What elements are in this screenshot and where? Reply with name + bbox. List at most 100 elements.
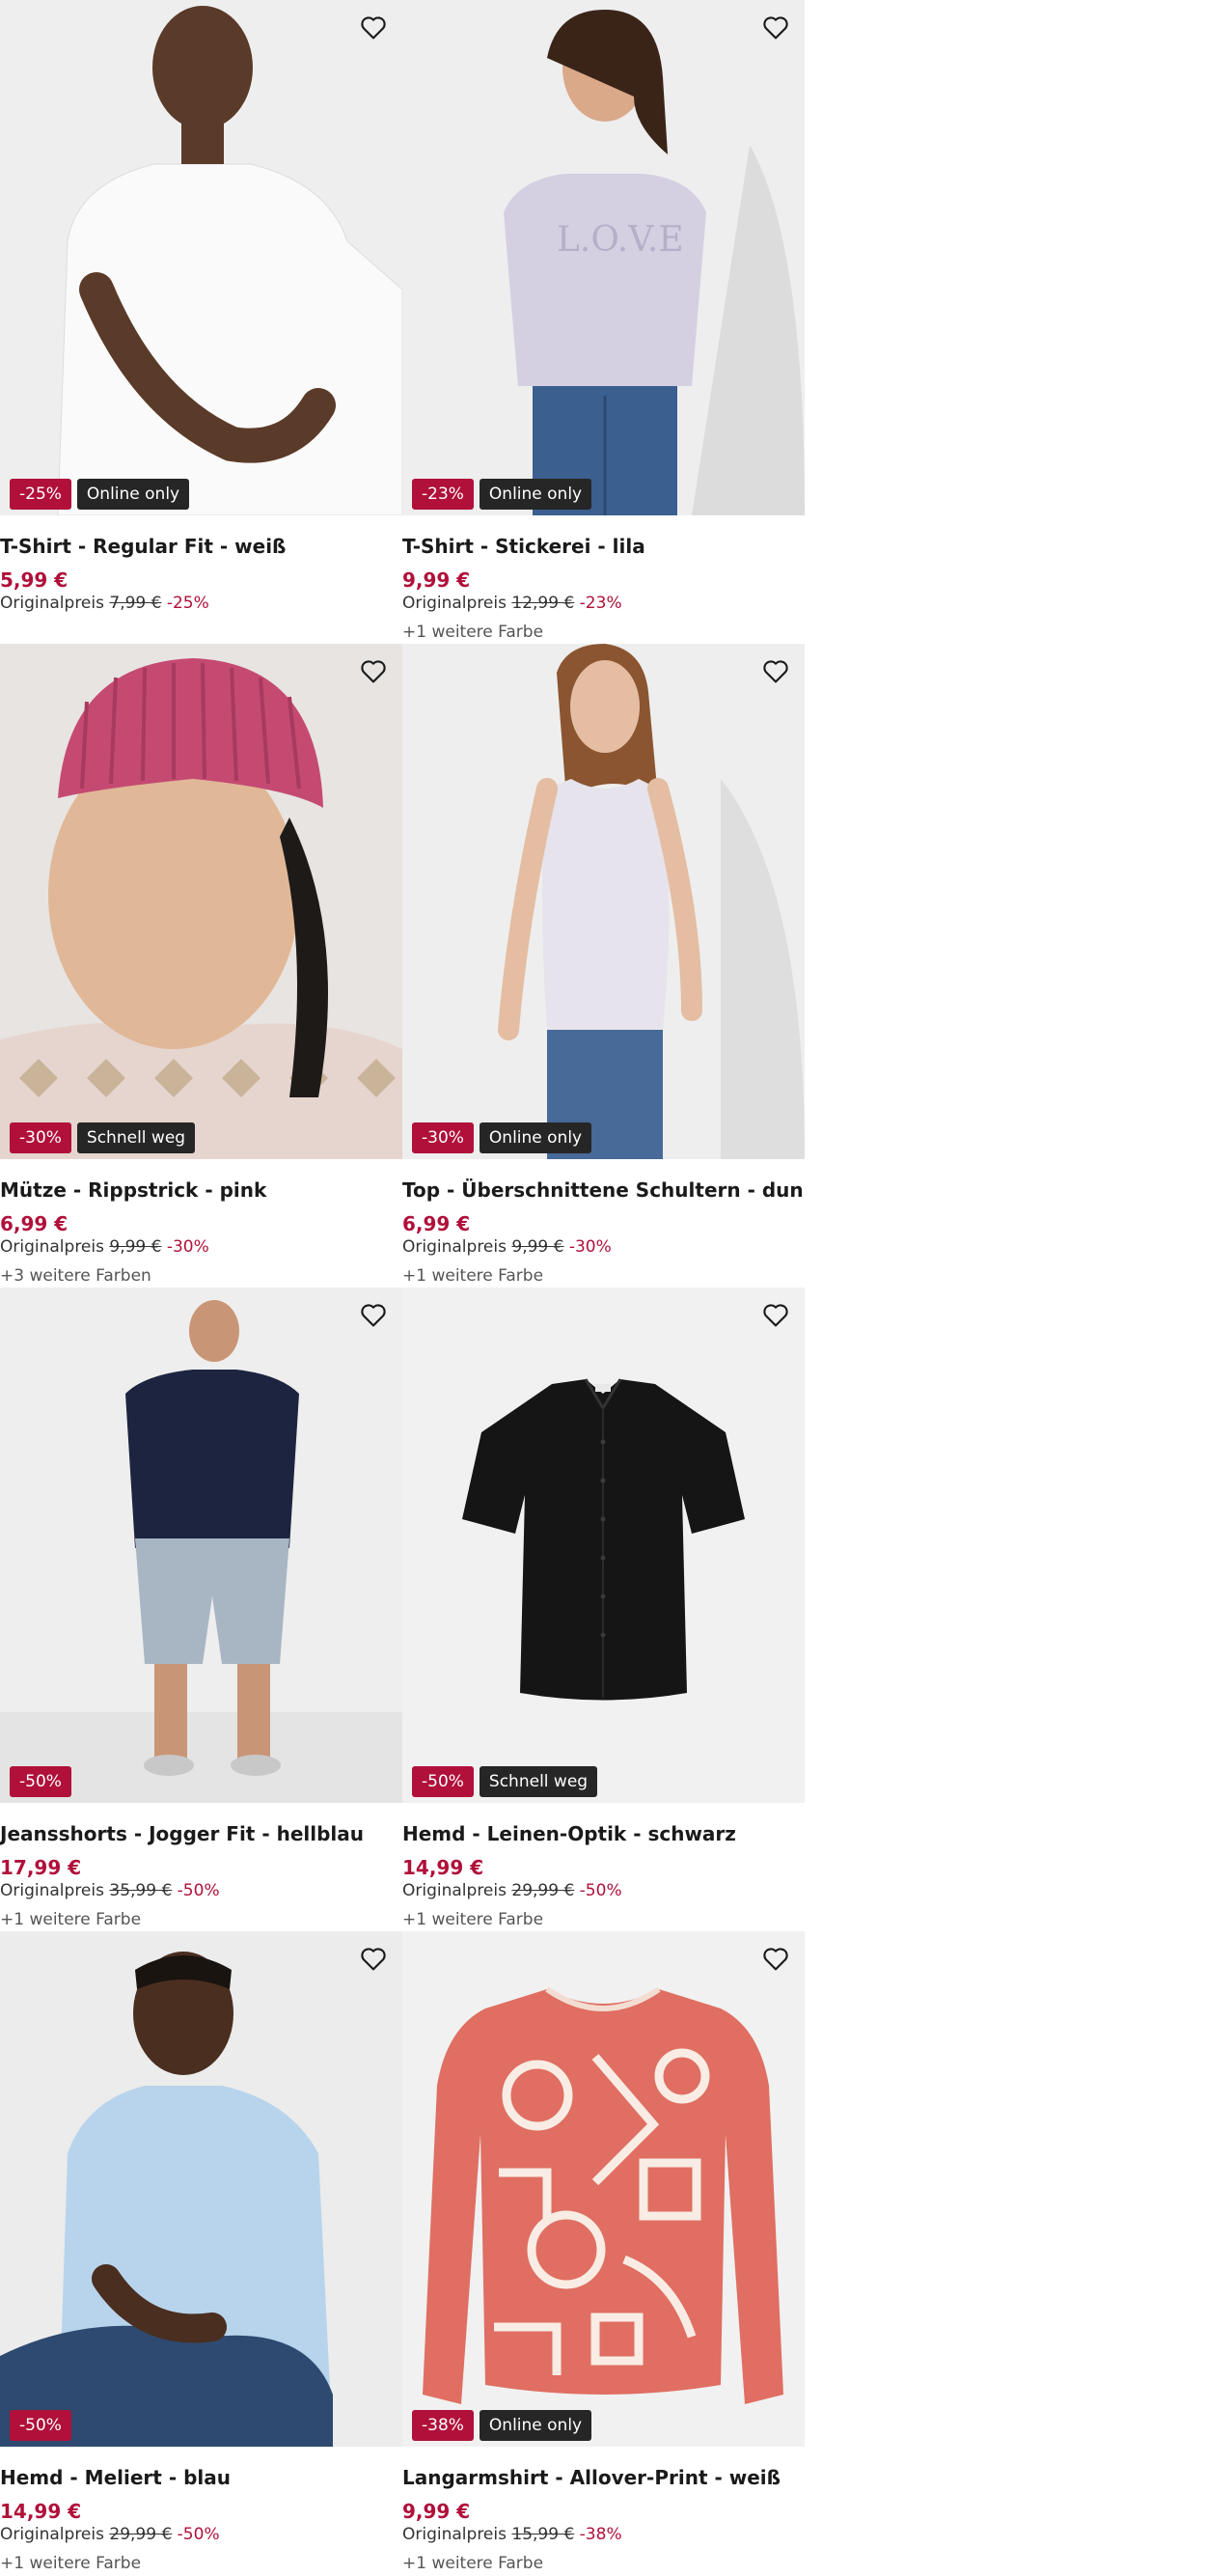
product-image[interactable]: -50%	[0, 1288, 402, 1803]
badges: -50% Schnell weg	[412, 1766, 598, 1797]
product-price: 6,99 €	[402, 1212, 471, 1235]
product-photo	[0, 0, 402, 515]
wishlist-button[interactable]	[356, 653, 391, 688]
discount-badge: -50%	[412, 1766, 474, 1797]
original-price-label: Originalpreis	[402, 1237, 507, 1257]
heart-outline-icon	[763, 1304, 788, 1327]
badges: -50%	[10, 2410, 71, 2441]
discount-badge: -30%	[10, 1122, 71, 1153]
product-photo	[402, 1931, 805, 2447]
product-image[interactable]: -25% Online only	[0, 0, 402, 515]
product-title[interactable]: Langarmshirt - Allover-Print - weiß	[402, 2466, 781, 2489]
discount-percent: -30%	[166, 1237, 209, 1257]
product-image[interactable]: -38% Online only	[402, 1931, 805, 2447]
wishlist-button[interactable]	[356, 1941, 391, 1976]
product-title[interactable]: T-Shirt - Stickerei - lila	[402, 535, 645, 558]
discount-percent: -50%	[177, 2525, 220, 2544]
label-badge: Schnell weg	[479, 1766, 598, 1797]
heart-outline-icon	[361, 16, 386, 40]
product-title[interactable]: T-Shirt - Regular Fit - weiß	[0, 535, 286, 558]
svg-text:L.O.V.E: L.O.V.E	[557, 220, 684, 260]
product-price: 14,99 €	[402, 1856, 484, 1879]
heart-outline-icon	[361, 1304, 386, 1327]
product-photo: L.O.V.E	[402, 0, 805, 515]
product-title[interactable]: Mütze - Rippstrick - pink	[0, 1178, 266, 1202]
product-price: 17,99 €	[0, 1856, 82, 1879]
label-badge: Online only	[479, 1122, 592, 1153]
wishlist-button[interactable]	[758, 1941, 793, 1976]
more-colors[interactable]: +1 weitere Farbe	[402, 1910, 543, 1929]
more-colors[interactable]: +1 weitere Farbe	[402, 1266, 543, 1286]
original-price: 7,99 €	[109, 594, 162, 613]
heart-outline-icon	[763, 660, 788, 683]
wishlist-button[interactable]	[758, 653, 793, 688]
product-photo	[0, 644, 402, 1159]
original-price: 35,99 €	[109, 1881, 173, 1900]
product-card[interactable]: L.O.V.E -23% Online only T-Shirt - Stick…	[402, 0, 805, 644]
discount-percent: -30%	[568, 1237, 612, 1257]
badges: -38% Online only	[412, 2410, 592, 2441]
more-colors[interactable]: +1 weitere Farbe	[0, 1910, 141, 1929]
discount-badge: -50%	[10, 1766, 71, 1797]
product-photo	[402, 1288, 805, 1803]
original-price-line: Originalpreis 35,99 € -50%	[0, 1881, 220, 1900]
more-colors[interactable]: +1 weitere Farbe	[0, 2554, 141, 2573]
more-colors[interactable]: +3 weitere Farben	[0, 1266, 151, 1286]
original-price-label: Originalpreis	[402, 2525, 507, 2544]
wishlist-button[interactable]	[356, 10, 391, 44]
label-badge: Schnell weg	[76, 1122, 196, 1153]
original-price-line: Originalpreis 12,99 € -23%	[402, 594, 622, 613]
original-price-label: Originalpreis	[0, 1237, 104, 1257]
product-price: 14,99 €	[0, 2500, 82, 2523]
discount-percent: -50%	[579, 1881, 622, 1900]
product-price: 6,99 €	[0, 1212, 69, 1235]
wishlist-button[interactable]	[758, 10, 793, 44]
wishlist-button[interactable]	[356, 1297, 391, 1332]
more-colors[interactable]: +1 weitere Farbe	[402, 623, 543, 642]
original-price-label: Originalpreis	[0, 594, 104, 613]
heart-outline-icon	[361, 660, 386, 683]
original-price-label: Originalpreis	[402, 1881, 507, 1900]
original-price-label: Originalpreis	[0, 2525, 104, 2544]
discount-badge: -30%	[412, 1122, 474, 1153]
product-image[interactable]: -30% Online only	[402, 644, 805, 1159]
product-price: 9,99 €	[402, 568, 471, 592]
heart-outline-icon	[361, 1948, 386, 1971]
badges: -30% Online only	[412, 1122, 592, 1153]
product-card[interactable]: -30% Schnell weg Mütze - Rippstrick - pi…	[0, 644, 402, 1288]
original-price: 12,99 €	[511, 594, 575, 613]
discount-percent: -38%	[579, 2525, 622, 2544]
product-card[interactable]: -38% Online only Langarmshirt - Allover-…	[402, 1931, 805, 2575]
product-image[interactable]: -50% Schnell weg	[402, 1288, 805, 1803]
product-price: 9,99 €	[402, 2500, 471, 2523]
original-price-line: Originalpreis 29,99 € -50%	[402, 1881, 622, 1900]
product-image[interactable]: -50%	[0, 1931, 402, 2447]
original-price: 29,99 €	[511, 1881, 575, 1900]
discount-percent: -25%	[166, 594, 209, 613]
discount-badge: -25%	[10, 479, 71, 510]
original-price: 15,99 €	[511, 2525, 575, 2544]
more-colors[interactable]: +1 weitere Farbe	[402, 2554, 543, 2573]
original-price: 9,99 €	[109, 1237, 162, 1257]
discount-percent: -23%	[579, 594, 622, 613]
badges: -23% Online only	[412, 479, 592, 510]
discount-badge: -50%	[10, 2410, 71, 2441]
product-title[interactable]: Hemd - Meliert - blau	[0, 2466, 231, 2489]
label-badge: Online only	[479, 479, 592, 510]
product-title[interactable]: Hemd - Leinen-Optik - schwarz	[402, 1822, 736, 1845]
discount-percent: -50%	[177, 1881, 220, 1900]
product-card[interactable]: -50% Jeansshorts - Jogger Fit - hellblau…	[0, 1288, 402, 1931]
product-card[interactable]: -50% Schnell weg Hemd - Leinen-Optik - s…	[402, 1288, 805, 1931]
original-price-line: Originalpreis 29,99 € -50%	[0, 2525, 220, 2544]
discount-badge: -23%	[412, 479, 474, 510]
wishlist-button[interactable]	[758, 1297, 793, 1332]
original-price-line: Originalpreis 9,99 € -30%	[0, 1237, 209, 1257]
product-title[interactable]: Jeansshorts - Jogger Fit - hellblau	[0, 1822, 364, 1845]
product-card[interactable]: -50% Hemd - Meliert - blau 14,99 € Origi…	[0, 1931, 402, 2575]
product-card[interactable]: -30% Online only Top - Überschnittene Sc…	[402, 644, 805, 1288]
product-title[interactable]: Top - Überschnittene Schultern - dunkell…	[402, 1178, 805, 1202]
product-image[interactable]: -30% Schnell weg	[0, 644, 402, 1159]
product-image[interactable]: L.O.V.E -23% Online only	[402, 0, 805, 515]
original-price-label: Originalpreis	[402, 594, 507, 613]
product-card[interactable]: -25% Online only T-Shirt - Regular Fit -…	[0, 0, 402, 644]
